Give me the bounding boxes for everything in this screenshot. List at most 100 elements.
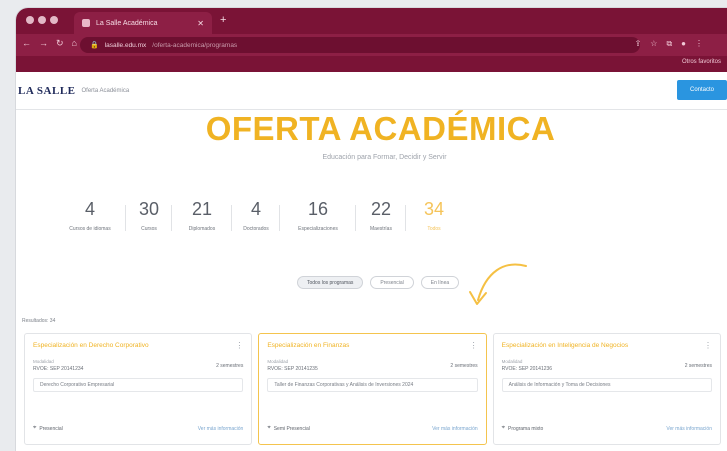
- stat-value: 4: [250, 199, 261, 219]
- card-title[interactable]: Especialización en Finanzas: [267, 342, 446, 349]
- card-description: Derecho Corporativo Empresarial: [33, 378, 244, 392]
- meta-value: RVOE: SEP 20141236: [501, 366, 553, 372]
- program-card[interactable]: Especialización en Derecho Corporativo ⋮ M…: [24, 333, 253, 445]
- card-modality: ⌖ Semi Presencial: [267, 425, 310, 432]
- card-modality: ⌖ Programa mixto: [502, 425, 544, 432]
- more-options-icon[interactable]: ⋮: [470, 341, 478, 350]
- card-footer: ⌖ Programa mixto Ver más información: [502, 425, 712, 432]
- share-icon[interactable]: ⇪: [635, 39, 642, 49]
- filter-pill[interactable]: Presencial: [370, 276, 414, 289]
- program-cards: Especialización en Derecho Corporativo ⋮ M…: [16, 333, 727, 445]
- card-meta: Modalidad RVOE: SEP 20141234 2 semestres: [33, 359, 243, 372]
- close-window-button[interactable]: [26, 16, 34, 24]
- duration: 2 semestres: [684, 362, 712, 369]
- stat-value: 22: [370, 199, 392, 219]
- window-controls: [26, 16, 58, 24]
- hand-drawn-arrow-icon: [469, 263, 527, 305]
- stat-item[interactable]: 21 Diplomados: [172, 199, 232, 232]
- site-subtitle: Oferta Académica: [81, 87, 130, 94]
- star-icon[interactable]: ☆: [650, 39, 657, 49]
- menu-icon[interactable]: ⋮: [695, 39, 703, 49]
- more-info-link[interactable]: Ver más información: [666, 426, 712, 432]
- new-tab-icon[interactable]: +: [220, 14, 226, 26]
- stat-label: Cursos: [141, 226, 157, 232]
- stat-label: Todos: [427, 226, 441, 232]
- extension-icon[interactable]: ⧉: [666, 39, 672, 49]
- location-pin-icon: ⌖: [267, 425, 271, 431]
- results-count: Resultados: 34: [22, 318, 56, 324]
- other-bookmarks[interactable]: Otros favoritos: [682, 59, 721, 65]
- stat-label: Doctorados: [243, 226, 269, 232]
- favicon-icon: [82, 19, 90, 27]
- site-logo[interactable]: LA SALLE: [18, 85, 76, 97]
- stat-item[interactable]: 22 Maestrías: [356, 199, 406, 232]
- card-modality: ⌖ Presencial: [33, 425, 63, 432]
- tab-title: La Salle Académica: [96, 19, 158, 27]
- address-bar-row: ← → ↻ ⌂ 🔒 lasalle.edu.mx /oferta-academi…: [16, 34, 727, 56]
- contact-button[interactable]: Contacto: [677, 80, 727, 100]
- bookmarks-bar: Otros favoritos: [16, 56, 727, 72]
- lock-icon: 🔒: [90, 42, 99, 49]
- program-card[interactable]: Especialización en Inteligencia de Negoc…: [492, 333, 721, 445]
- page-subtitle: Educación para Formar, Decidir y Servir: [322, 154, 447, 161]
- meta-label: Modalidad: [501, 359, 523, 364]
- card-title[interactable]: Especialización en Inteligencia de Negoc…: [502, 342, 681, 349]
- maximize-window-button[interactable]: [50, 16, 58, 24]
- more-info-link[interactable]: Ver más información: [198, 426, 244, 432]
- card-description: Taller de Finanzas Corporativas y Anális…: [267, 378, 478, 392]
- browser-window: La Salle Académica ✕ + ← → ↻ ⌂ 🔒 lasalle…: [16, 8, 727, 451]
- browser-chrome: La Salle Académica ✕ + ← → ↻ ⌂ 🔒 lasalle…: [16, 8, 727, 72]
- more-options-icon[interactable]: ⋮: [235, 341, 243, 350]
- stat-value: 16: [307, 199, 329, 219]
- more-options-icon[interactable]: ⋮: [704, 341, 712, 350]
- nav-buttons: ← → ↻ ⌂: [22, 38, 77, 49]
- url-path: /oferta-academica/programas: [152, 41, 238, 49]
- minimize-window-button[interactable]: [38, 16, 46, 24]
- back-icon[interactable]: ←: [22, 38, 31, 49]
- card-title[interactable]: Especialización en Derecho Corporativo: [33, 342, 212, 349]
- site-header: LA SALLE Oferta Académica Contacto: [16, 72, 727, 110]
- stat-value: 4: [84, 199, 95, 219]
- filter-tabs: Todos los programas Presencial En línea: [297, 276, 460, 289]
- card-meta: Modalidad RVOE: SEP 20141235 2 semestres: [267, 359, 477, 372]
- stat-item[interactable]: 30 Cursos: [126, 199, 172, 232]
- home-icon[interactable]: ⌂: [72, 38, 77, 49]
- browser-tab[interactable]: La Salle Académica ✕: [74, 12, 212, 34]
- duration: 2 semestres: [450, 362, 478, 369]
- card-meta: Modalidad RVOE: SEP 20141236 2 semestres: [502, 359, 712, 372]
- stat-label: Maestrías: [370, 226, 392, 232]
- stat-item[interactable]: 16 Especializaciones: [280, 199, 356, 232]
- card-description: Análisis de Información y Toma de Decisi…: [501, 378, 712, 392]
- card-footer: ⌖ Semi Presencial Ver más información: [267, 425, 477, 432]
- stat-item[interactable]: 4 Doctorados: [232, 199, 280, 232]
- filter-pill[interactable]: En línea: [420, 276, 460, 289]
- hero: OFERTA ACADÉMICA Educación para Formar, …: [16, 110, 727, 161]
- stat-label: Cursos de idiomas: [69, 226, 111, 232]
- meta-value: RVOE: SEP 20141234: [33, 366, 84, 372]
- stat-value: 21: [191, 199, 213, 219]
- stat-value: 30: [138, 199, 160, 219]
- close-tab-icon[interactable]: ✕: [197, 19, 204, 28]
- stat-value: 34: [423, 199, 445, 219]
- stat-item[interactable]: 4 Cursos de idiomas: [54, 199, 126, 232]
- page-title: OFERTA ACADÉMICA: [205, 110, 556, 147]
- card-footer: ⌖ Presencial Ver más información: [33, 425, 243, 432]
- stat-label: Especializaciones: [298, 226, 338, 232]
- modality-text: Semi Presencial: [273, 425, 310, 432]
- meta-value: RVOE: SEP 20141235: [267, 366, 318, 372]
- more-info-link[interactable]: Ver más información: [432, 426, 478, 432]
- location-pin-icon: ⌖: [33, 425, 37, 431]
- tab-bar: La Salle Académica ✕ +: [16, 8, 727, 34]
- profile-icon[interactable]: ●: [681, 39, 686, 49]
- meta-label: Modalidad: [267, 359, 289, 364]
- program-card[interactable]: Especialización en Finanzas ⋮ Modalidad RVO…: [258, 333, 487, 445]
- stat-label: Diplomados: [188, 226, 216, 232]
- program-stats: 4 Cursos de idiomas 30 Cursos 21 Diplomados 4 D…: [54, 199, 462, 232]
- forward-icon[interactable]: →: [39, 38, 48, 49]
- reload-icon[interactable]: ↻: [56, 38, 64, 49]
- duration: 2 semestres: [216, 362, 244, 369]
- stat-item[interactable]: 34 Todos: [406, 199, 462, 232]
- browser-toolbar-icons: ⇪ ☆ ⧉ ● ⋮: [635, 39, 703, 49]
- filter-pill[interactable]: Todos los programas: [297, 276, 364, 289]
- url-input[interactable]: 🔒 lasalle.edu.mx /oferta-academica/progr…: [80, 37, 640, 53]
